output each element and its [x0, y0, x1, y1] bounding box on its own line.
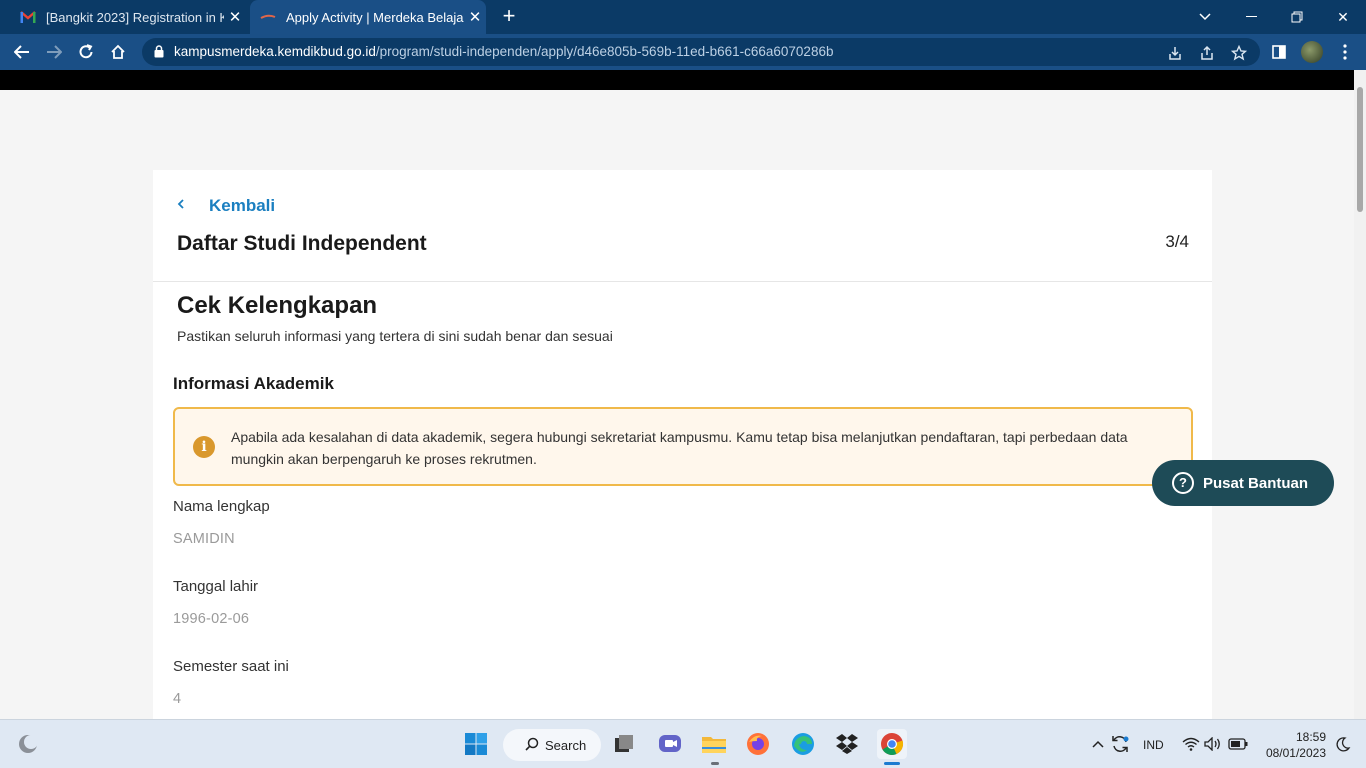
field-label-full-name: Nama lengkap [173, 498, 270, 515]
gmail-icon [20, 9, 36, 25]
share-icon[interactable] [1198, 44, 1216, 62]
tab-apply-activity[interactable]: Apply Activity | Merdeka Belajar ✕ [250, 0, 486, 34]
language-indicator[interactable]: IND [1143, 738, 1164, 752]
tab-title: [Bangkit 2023] Registration in Kam [46, 9, 224, 25]
section-title: Cek Kelengkapan [177, 292, 378, 319]
new-tab-button[interactable]: + [497, 5, 521, 29]
card-header: Kembali Daftar Studi Independent 3/4 [153, 170, 1212, 282]
running-indicator [711, 762, 719, 765]
system-clock[interactable]: 18:59 08/01/2023 [1258, 729, 1326, 761]
field-value-semester: 4 [173, 691, 182, 707]
back-label: Kembali [209, 196, 276, 215]
field-value-full-name: SAMIDIN [173, 531, 235, 547]
minimize-button[interactable] [1228, 0, 1274, 34]
question-icon: ? [1172, 472, 1194, 494]
back-link[interactable]: Kembali [177, 196, 275, 216]
alert-text: Apabila ada kesalahan di data akademik, … [231, 429, 1128, 467]
step-indicator: 3/4 [1165, 232, 1189, 251]
warning-alert: i Apabila ada kesalahan di data akademik… [173, 407, 1193, 486]
sync-icon[interactable] [1107, 731, 1133, 757]
merdeka-icon [260, 9, 276, 25]
close-tab-icon[interactable]: ✕ [464, 8, 486, 26]
site-header-strip [0, 70, 1354, 90]
tab-bangkit-registration[interactable]: [Bangkit 2023] Registration in Kam ✕ [10, 0, 246, 34]
kebab-menu-icon[interactable] [1333, 40, 1357, 64]
scrollbar-thumb[interactable] [1357, 87, 1363, 212]
dropbox-icon[interactable] [834, 731, 860, 757]
chrome-icon[interactable] [877, 729, 907, 759]
chevron-left-icon [177, 197, 209, 215]
windows-taskbar: Search IND 18:59 08/01/2023 [0, 719, 1366, 768]
tab-title: Apply Activity | Merdeka Belajar [286, 9, 464, 25]
clock-date: 08/01/2023 [1265, 746, 1326, 760]
file-explorer-icon[interactable] [701, 731, 727, 757]
help-label: Pusat Bantuan [1203, 474, 1309, 492]
notification-moon-icon[interactable] [1330, 731, 1356, 757]
field-value-birth-date: 1996-02-06 [173, 611, 250, 627]
restore-button[interactable] [1274, 0, 1320, 34]
taskbar-search[interactable]: Search [503, 729, 601, 761]
page-viewport: Kembali Daftar Studi Independent 3/4 Cek… [0, 70, 1354, 719]
field-label-birth-date: Tanggal lahir [173, 578, 259, 595]
help-center-button[interactable]: ? Pusat Bantuan [1152, 460, 1334, 506]
forward-arrow-icon[interactable] [40, 38, 68, 66]
side-panel-icon[interactable] [1267, 40, 1291, 64]
firefox-icon[interactable] [745, 731, 771, 757]
page-title: Daftar Studi Independent [177, 232, 427, 255]
url-path: /program/studi-independen/apply/d46e805b… [375, 44, 834, 59]
clock-time: 18:59 [1295, 730, 1326, 744]
weather-widget-icon[interactable] [15, 731, 41, 757]
close-tab-icon[interactable]: ✕ [224, 8, 246, 26]
active-indicator [884, 762, 900, 765]
lock-icon[interactable] [154, 45, 164, 63]
address-bar[interactable]: kampusmerdeka.kemdikbud.go.id/program/st… [142, 38, 1260, 66]
profile-avatar[interactable] [1300, 40, 1324, 64]
field-label-semester: Semester saat ini [173, 658, 289, 675]
application-card: Kembali Daftar Studi Independent 3/4 Cek… [153, 170, 1212, 719]
bookmark-star-icon[interactable] [1230, 44, 1248, 62]
teams-chat-icon[interactable] [657, 731, 683, 757]
url-host: kampusmerdeka.kemdikbud.go.id [174, 44, 376, 59]
edge-icon[interactable] [790, 731, 816, 757]
windows-start-icon[interactable] [463, 731, 489, 757]
url-text: kampusmerdeka.kemdikbud.go.id/program/st… [174, 44, 833, 59]
back-arrow-icon[interactable] [8, 38, 36, 66]
reload-icon[interactable] [72, 38, 100, 66]
search-label: Search [545, 737, 587, 753]
install-app-icon[interactable] [1166, 44, 1184, 62]
search-icon [525, 737, 539, 754]
section-subtitle: Pastikan seluruh informasi yang tertera … [177, 328, 613, 344]
close-window-button[interactable]: ✕ [1320, 0, 1366, 34]
battery-icon[interactable] [1225, 731, 1251, 757]
browser-toolbar: kampusmerdeka.kemdikbud.go.id/program/st… [0, 34, 1366, 70]
browser-tab-strip: [Bangkit 2023] Registration in Kam ✕ App… [0, 0, 1366, 34]
page-scrollbar[interactable] [1354, 70, 1366, 719]
group-title: Informasi Akademik [173, 374, 334, 393]
task-view-icon[interactable] [611, 731, 637, 757]
home-icon[interactable] [104, 38, 132, 66]
info-icon: i [193, 436, 215, 458]
tab-search-chevron-icon[interactable] [1182, 0, 1228, 34]
volume-icon[interactable] [1200, 731, 1226, 757]
